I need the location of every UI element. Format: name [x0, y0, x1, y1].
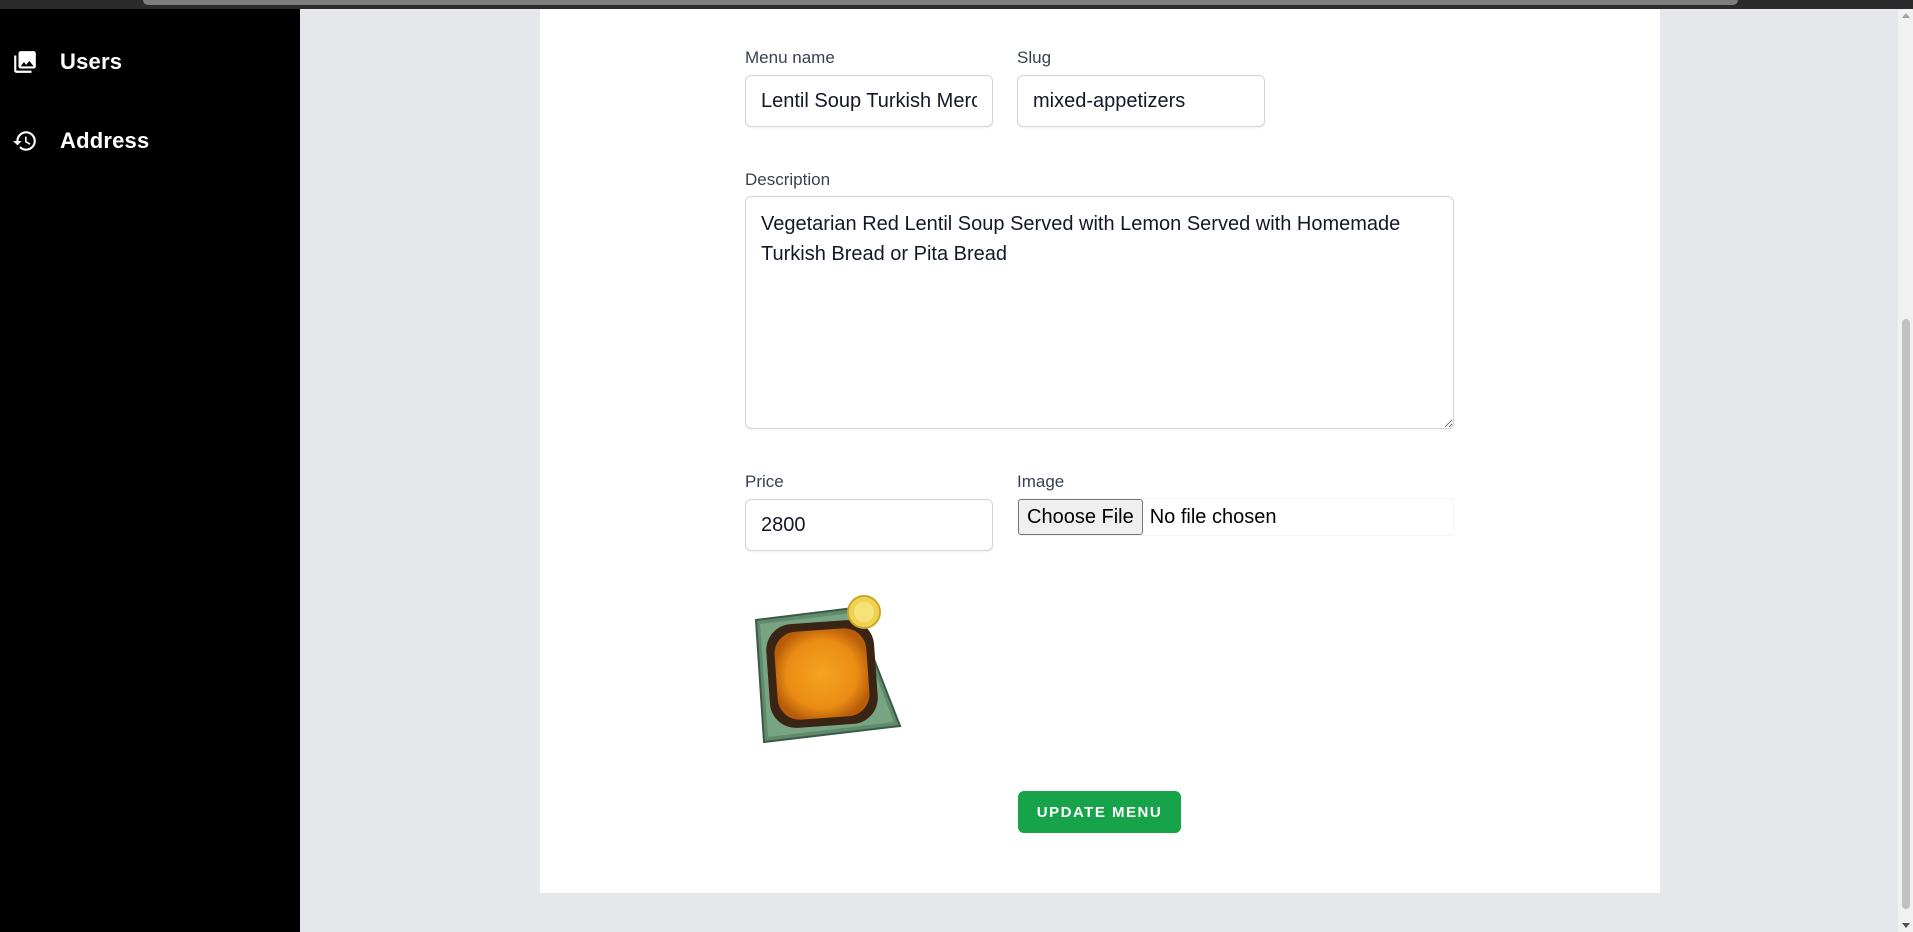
image-label: Image [1017, 472, 1065, 491]
slug-label: Slug [1017, 48, 1052, 67]
scroll-up-arrow-icon[interactable] [1902, 13, 1910, 18]
file-status-text: No file chosen [1149, 505, 1277, 528]
update-menu-button[interactable]: UPDATE MENU [1018, 791, 1181, 833]
sidebar: Users Address [0, 9, 300, 932]
scroll-down-arrow-icon[interactable] [1902, 923, 1910, 928]
description-label: Description [745, 170, 831, 189]
choose-file-button[interactable]: Choose File [1018, 499, 1143, 535]
browser-tab-strip [143, 0, 1738, 5]
menu-name-label: Menu name [745, 48, 835, 67]
price-label: Price [745, 472, 784, 491]
sidebar-item-address[interactable]: Address [12, 128, 149, 154]
browser-top-edge [0, 0, 1913, 9]
image-file-input[interactable]: Choose File No file chosen [1017, 498, 1454, 536]
photo-library-icon [12, 49, 38, 75]
price-input[interactable] [745, 499, 993, 551]
sidebar-item-label: Users [60, 49, 123, 74]
sidebar-item-label: Address [60, 128, 150, 153]
sidebar-item-users[interactable]: Users [12, 49, 122, 75]
vertical-scrollbar[interactable] [1898, 9, 1913, 932]
edit-menu-card [540, 9, 1660, 893]
history-icon [12, 128, 38, 154]
slug-input[interactable] [1017, 75, 1265, 127]
description-textarea[interactable]: Vegetarian Red Lentil Soup Served with L… [745, 196, 1454, 429]
menu-name-input[interactable] [745, 75, 993, 127]
scrollbar-thumb[interactable] [1902, 319, 1910, 909]
menu-item-image [750, 594, 906, 746]
